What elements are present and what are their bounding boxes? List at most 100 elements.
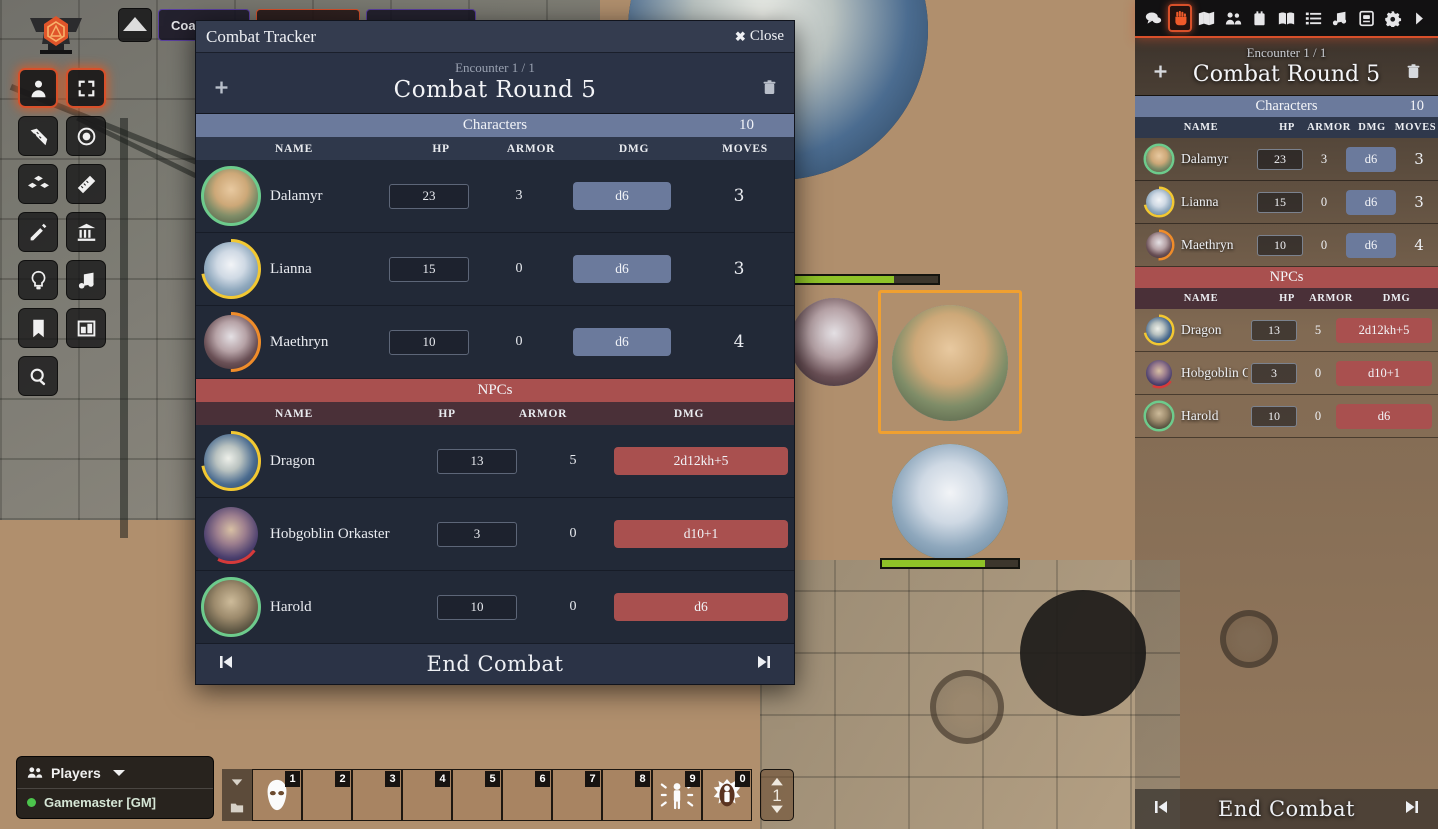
sidebar-tab-combat[interactable] — [1167, 4, 1193, 32]
tool-search[interactable] — [18, 356, 58, 396]
sidebar-combatant-row[interactable]: Dragon 5 2d12kh+5 — [1135, 309, 1438, 352]
tool-tiles[interactable] — [18, 164, 58, 204]
hp-input[interactable] — [1257, 191, 1303, 213]
hp-input[interactable] — [389, 329, 469, 355]
avatar[interactable] — [1143, 186, 1175, 218]
sidebar-add-combatant-button[interactable] — [1149, 63, 1171, 86]
add-combatant-button[interactable] — [210, 79, 232, 102]
hp-input[interactable] — [437, 521, 517, 547]
hotbar-slot-3[interactable]: 3 — [352, 769, 402, 821]
hotbar-slot-1[interactable]: 1 — [252, 769, 302, 821]
hp-input[interactable] — [1257, 234, 1303, 256]
hp-input[interactable] — [389, 183, 469, 209]
hotbar-slot-5[interactable]: 5 — [452, 769, 502, 821]
sidebar-combatant-row[interactable]: Maethryn 0 d6 4 — [1135, 224, 1438, 267]
hp-input[interactable] — [437, 448, 517, 474]
sidebar-tab-tables[interactable] — [1301, 4, 1326, 32]
hotbar-slot-6[interactable]: 6 — [502, 769, 552, 821]
tool-measure-template[interactable] — [18, 116, 58, 156]
sidebar-tab-scenes[interactable] — [1194, 4, 1219, 32]
sidebar-tab-expand[interactable] — [1407, 4, 1432, 32]
tool-lighting[interactable] — [18, 260, 58, 300]
combatant-row[interactable]: Maethryn 0 d6 4 — [196, 306, 794, 379]
player-list-item[interactable]: Gamemaster [GM] — [17, 789, 213, 818]
sidebar-combatant-row[interactable]: Lianna 0 d6 3 — [1135, 181, 1438, 224]
sidebar-tab-actors[interactable] — [1221, 4, 1246, 32]
hotbar-slot-2[interactable]: 2 — [302, 769, 352, 821]
next-turn-button[interactable] — [756, 654, 772, 675]
sidebar-end-combat-button[interactable]: End Combat — [1218, 797, 1355, 821]
damage-roll-button[interactable]: 2d12kh+5 — [1336, 317, 1432, 343]
hotbar-slot-8[interactable]: 8 — [602, 769, 652, 821]
tool-notes[interactable] — [18, 308, 58, 348]
damage-roll-button[interactable]: d10+1 — [614, 520, 788, 548]
forge-logo[interactable] — [16, 2, 96, 60]
avatar[interactable] — [200, 430, 262, 492]
damage-roll-button[interactable]: d6 — [573, 255, 671, 283]
close-button[interactable]: ✖ Close — [735, 28, 784, 45]
sidebar-tab-playlists[interactable] — [1327, 4, 1352, 32]
tool-target[interactable] — [66, 116, 106, 156]
sidebar-tab-journal[interactable] — [1274, 4, 1299, 32]
hp-input[interactable] — [389, 256, 469, 282]
sidebar-combatant-row[interactable]: Dalamyr 3 d6 3 — [1135, 138, 1438, 181]
hp-input[interactable] — [1257, 148, 1303, 170]
sidebar-tab-settings[interactable] — [1381, 4, 1406, 32]
scene-nav-collapse-button[interactable] — [118, 8, 152, 42]
previous-turn-button[interactable] — [218, 654, 234, 675]
avatar[interactable] — [200, 503, 262, 565]
combatant-row[interactable]: Harold 0 d6 — [196, 571, 794, 644]
tool-sounds[interactable] — [66, 260, 106, 300]
damage-roll-button[interactable]: d10+1 — [1336, 360, 1432, 386]
delete-encounter-button[interactable] — [758, 79, 780, 102]
combatant-row[interactable]: Lianna 0 d6 3 — [196, 233, 794, 306]
damage-roll-button[interactable]: d6 — [573, 182, 671, 210]
hp-input[interactable] — [1251, 362, 1297, 384]
combatant-row[interactable]: Dalamyr 3 d6 3 — [196, 160, 794, 233]
dialog-header[interactable]: Combat Tracker ✖ Close — [196, 21, 794, 53]
chevron-up-icon[interactable] — [770, 777, 784, 787]
avatar[interactable] — [1143, 143, 1175, 175]
sidebar-delete-encounter-button[interactable] — [1402, 63, 1424, 86]
caret-down-icon[interactable] — [230, 775, 244, 789]
hotbar-page-selector[interactable]: 1 — [760, 769, 794, 821]
hotbar-slot-9[interactable]: 9 — [652, 769, 702, 821]
avatar[interactable] — [1143, 314, 1175, 346]
avatar[interactable] — [1143, 229, 1175, 261]
avatar[interactable] — [200, 238, 262, 300]
damage-roll-button[interactable]: 2d12kh+5 — [614, 447, 788, 475]
end-combat-button[interactable]: End Combat — [427, 652, 564, 676]
sidebar-tab-chat[interactable] — [1141, 4, 1166, 32]
tool-token-controls[interactable] — [18, 68, 58, 108]
hp-input[interactable] — [1251, 405, 1297, 427]
combatant-row[interactable]: Dragon 5 2d12kh+5 — [196, 425, 794, 498]
map-token-dalamyr[interactable] — [892, 305, 1008, 421]
avatar[interactable] — [200, 311, 262, 373]
hp-input[interactable] — [437, 594, 517, 620]
sidebar-next-turn-button[interactable] — [1404, 799, 1420, 820]
damage-roll-button[interactable]: d6 — [1346, 232, 1396, 258]
chevron-down-icon[interactable] — [770, 804, 784, 814]
folder-icon[interactable] — [230, 801, 244, 815]
hp-input[interactable] — [1251, 319, 1297, 341]
avatar[interactable] — [1143, 400, 1175, 432]
sidebar-tab-items[interactable] — [1248, 4, 1273, 32]
tool-ruler[interactable] — [66, 164, 106, 204]
damage-roll-button[interactable]: d6 — [1346, 189, 1396, 215]
map-token-lianna[interactable] — [892, 444, 1008, 560]
hotbar-slot-4[interactable]: 4 — [402, 769, 452, 821]
damage-roll-button[interactable]: d6 — [1346, 146, 1396, 172]
tool-select-target[interactable] — [66, 68, 106, 108]
tool-drawing[interactable] — [18, 212, 58, 252]
sidebar-combatant-row[interactable]: Hobgoblin O... 0 d10+1 — [1135, 352, 1438, 395]
combatant-row[interactable]: Hobgoblin Orkaster 0 d10+1 — [196, 498, 794, 571]
sidebar-combatant-row[interactable]: Harold 0 d6 — [1135, 395, 1438, 438]
damage-roll-button[interactable]: d6 — [614, 593, 788, 621]
tool-walls[interactable] — [66, 212, 106, 252]
sidebar-tab-compendium[interactable] — [1354, 4, 1379, 32]
hotbar-slot-0[interactable]: 0 — [702, 769, 752, 821]
hotbar-slot-7[interactable]: 7 — [552, 769, 602, 821]
players-header[interactable]: Players — [17, 757, 213, 789]
map-token-maethryn[interactable] — [790, 298, 878, 386]
damage-roll-button[interactable]: d6 — [573, 328, 671, 356]
